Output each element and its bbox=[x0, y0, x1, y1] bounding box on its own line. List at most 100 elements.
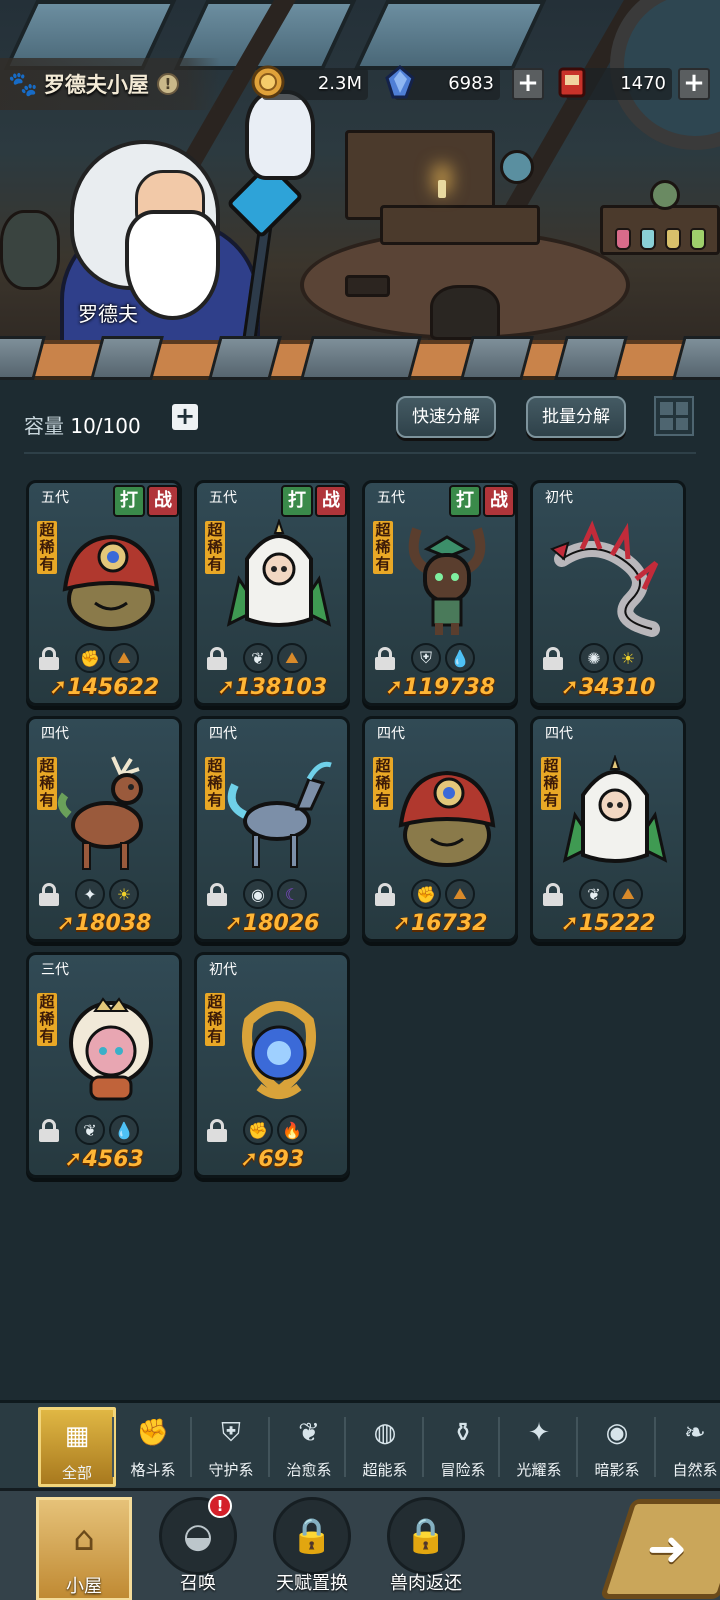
sprout-icon: ❦ bbox=[579, 879, 609, 909]
eye-icon: ◉ bbox=[605, 1418, 629, 1448]
category-tab[interactable]: ⛨ 守护系 bbox=[192, 1407, 270, 1487]
creature-card[interactable]: 五代打战 超稀有 ❦ ⛰ ➚138103 bbox=[194, 480, 350, 706]
radiant-icon: ✺ bbox=[579, 643, 609, 673]
power-value: ➚119738 bbox=[365, 675, 515, 700]
power-arrow-icon: ➚ bbox=[384, 675, 404, 700]
category-separator bbox=[498, 1417, 500, 1477]
power-arrow-icon: ➚ bbox=[48, 675, 68, 700]
water-drop-icon: 💧 bbox=[445, 643, 475, 673]
creature-card[interactable]: 五代打战 超稀有 ✊ ⛰ ➚145622 bbox=[26, 480, 182, 706]
power-number: 34310 bbox=[578, 675, 656, 700]
lock-icon[interactable] bbox=[207, 1119, 227, 1142]
fist-icon: ✊ bbox=[75, 643, 105, 673]
lock-icon[interactable] bbox=[543, 647, 563, 670]
category-separator bbox=[576, 1417, 578, 1477]
creature-card[interactable]: 四代 超稀有 ✦ ☀ ➚18038 bbox=[26, 716, 182, 942]
creature-card[interactable]: 初代 超稀有 ✊ 🔥 ➚693 bbox=[194, 952, 350, 1178]
creature-card[interactable]: 三代 超稀有 ❦ 💧 ➚4563 bbox=[26, 952, 182, 1178]
category-tab[interactable]: ❦ 治愈系 bbox=[270, 1407, 348, 1487]
chair bbox=[430, 285, 500, 340]
category-separator bbox=[422, 1417, 424, 1477]
lock-icon[interactable] bbox=[375, 883, 395, 906]
spirit-kirin-creature bbox=[227, 761, 332, 868]
generation-label: 三代 bbox=[41, 962, 69, 978]
nav-label: 天赋置换 bbox=[276, 1573, 348, 1594]
power-value: ➚16732 bbox=[365, 911, 515, 936]
shield-icon: ⛨ bbox=[411, 643, 441, 673]
nav-tab[interactable]: 🔒 兽肉返还 bbox=[378, 1497, 474, 1600]
rarity-badge: 超稀有 bbox=[541, 757, 561, 810]
category-tab[interactable]: ◉ 暗影系 bbox=[578, 1407, 656, 1487]
add-crystal-button[interactable]: + bbox=[512, 68, 544, 100]
nav-tab[interactable]: 🔒 天赋置换 bbox=[264, 1497, 360, 1600]
lock-icon[interactable] bbox=[543, 883, 563, 906]
white-owl-spirit-creature bbox=[562, 755, 668, 863]
category-tab[interactable]: ✦ 光耀系 bbox=[500, 1407, 578, 1487]
earth-icon: ⛰ bbox=[109, 643, 139, 673]
ticket-amount: 1470 bbox=[620, 73, 666, 94]
creature-card-grid: 五代打战 超稀有 ✊ ⛰ ➚145622 五代打战 超稀有 ❦ ⛰ ➚138103 五代打战 超… bbox=[0, 380, 720, 1380]
generation-label: 五代 bbox=[209, 490, 237, 506]
nav-label: 召唤 bbox=[180, 1573, 216, 1594]
category-filter-bar: ▦ 全部 ✊ 格斗系 ⛨ 守护系 ❦ 治愈系 ◍ 超能系 ⚱ 冒险系 ✦ 光耀系 ◉ 暗影系 ❧… bbox=[0, 1400, 720, 1488]
generation-label: 初代 bbox=[545, 490, 573, 506]
category-label: 暗影系 bbox=[594, 1461, 640, 1479]
sun-icon: ☀ bbox=[613, 643, 643, 673]
power-number: 15222 bbox=[578, 911, 656, 936]
rail-stone bbox=[208, 336, 282, 380]
category-tab[interactable]: ⚱ 冒险系 bbox=[424, 1407, 502, 1487]
fight-tag: 打 bbox=[281, 485, 313, 517]
npc-name-label: 罗德夫 bbox=[78, 302, 138, 326]
category-tab[interactable]: ◍ 超能系 bbox=[346, 1407, 424, 1487]
lock-icon: 🔒 bbox=[387, 1497, 465, 1575]
creature-card[interactable]: 四代 超稀有 ◉ ☾ ➚18026 bbox=[194, 716, 350, 942]
creature-card[interactable]: 初代 ✺ ☀ ➚34310 bbox=[530, 480, 686, 706]
lock-icon[interactable] bbox=[39, 647, 59, 670]
silver-sea-dragon-creature bbox=[550, 520, 660, 637]
power-arrow-icon: ➚ bbox=[239, 1147, 259, 1172]
power-arrow-icon: ➚ bbox=[64, 1147, 83, 1172]
category-tab[interactable]: ✊ 格斗系 bbox=[114, 1407, 192, 1487]
crystal-amount: 6983 bbox=[448, 73, 494, 94]
generation-label: 四代 bbox=[41, 726, 69, 742]
earth-icon: ⛰ bbox=[613, 879, 643, 909]
earth-icon: ⛰ bbox=[445, 879, 475, 909]
generation-label: 四代 bbox=[545, 726, 573, 742]
potion-bottle bbox=[690, 228, 706, 250]
lock-icon[interactable] bbox=[375, 647, 395, 670]
house-icon: ⌂ bbox=[73, 1519, 95, 1559]
nav-tab[interactable]: ◒! 召唤 bbox=[150, 1494, 246, 1600]
power-number: 16732 bbox=[410, 911, 488, 936]
add-ticket-button[interactable]: + bbox=[678, 68, 710, 100]
jar bbox=[650, 180, 680, 210]
creature-card[interactable]: 五代打战 超稀有 ⛨ 💧 ➚119738 bbox=[362, 480, 518, 706]
moon-icon: ☾ bbox=[277, 879, 307, 909]
power-value: ➚34310 bbox=[533, 675, 683, 700]
creature-card[interactable]: 四代 超稀有 ❦ ⛰ ➚15222 bbox=[530, 716, 686, 942]
category-tab[interactable]: ▦ 全部 bbox=[38, 1407, 116, 1487]
battle-tag: 战 bbox=[147, 485, 179, 517]
category-separator bbox=[344, 1417, 346, 1477]
creature-card[interactable]: 四代 超稀有 ✊ ⛰ ➚16732 bbox=[362, 716, 518, 942]
category-tab[interactable]: ❧ 自然系 bbox=[656, 1407, 720, 1487]
mushroom-cyclops-creature bbox=[398, 770, 496, 867]
lock-icon[interactable] bbox=[39, 1119, 59, 1142]
nav-label: 小屋 bbox=[66, 1576, 102, 1597]
red-ticket-icon bbox=[558, 67, 586, 98]
go-arrow-button[interactable]: ➜ bbox=[599, 1499, 720, 1599]
rarity-badge: 超稀有 bbox=[205, 993, 225, 1046]
nav-tab[interactable]: ⌂ 小屋 bbox=[36, 1497, 132, 1600]
earth-icon: ⛰ bbox=[277, 643, 307, 673]
category-label: 治愈系 bbox=[286, 1461, 332, 1479]
lock-icon[interactable] bbox=[207, 883, 227, 906]
arrow-right-icon: ➜ bbox=[646, 1521, 688, 1577]
sprout-icon: ❦ bbox=[243, 643, 273, 673]
rarity-badge: 超稀有 bbox=[205, 521, 225, 574]
leaf-icon: ❧ bbox=[684, 1418, 706, 1448]
lock-icon[interactable] bbox=[207, 647, 227, 670]
lock-icon[interactable] bbox=[39, 883, 59, 906]
nav-label: 兽肉返还 bbox=[390, 1573, 462, 1594]
battle-tag: 战 bbox=[483, 485, 515, 517]
generation-label: 初代 bbox=[209, 962, 237, 978]
exclamation-icon[interactable]: ! bbox=[156, 73, 179, 95]
